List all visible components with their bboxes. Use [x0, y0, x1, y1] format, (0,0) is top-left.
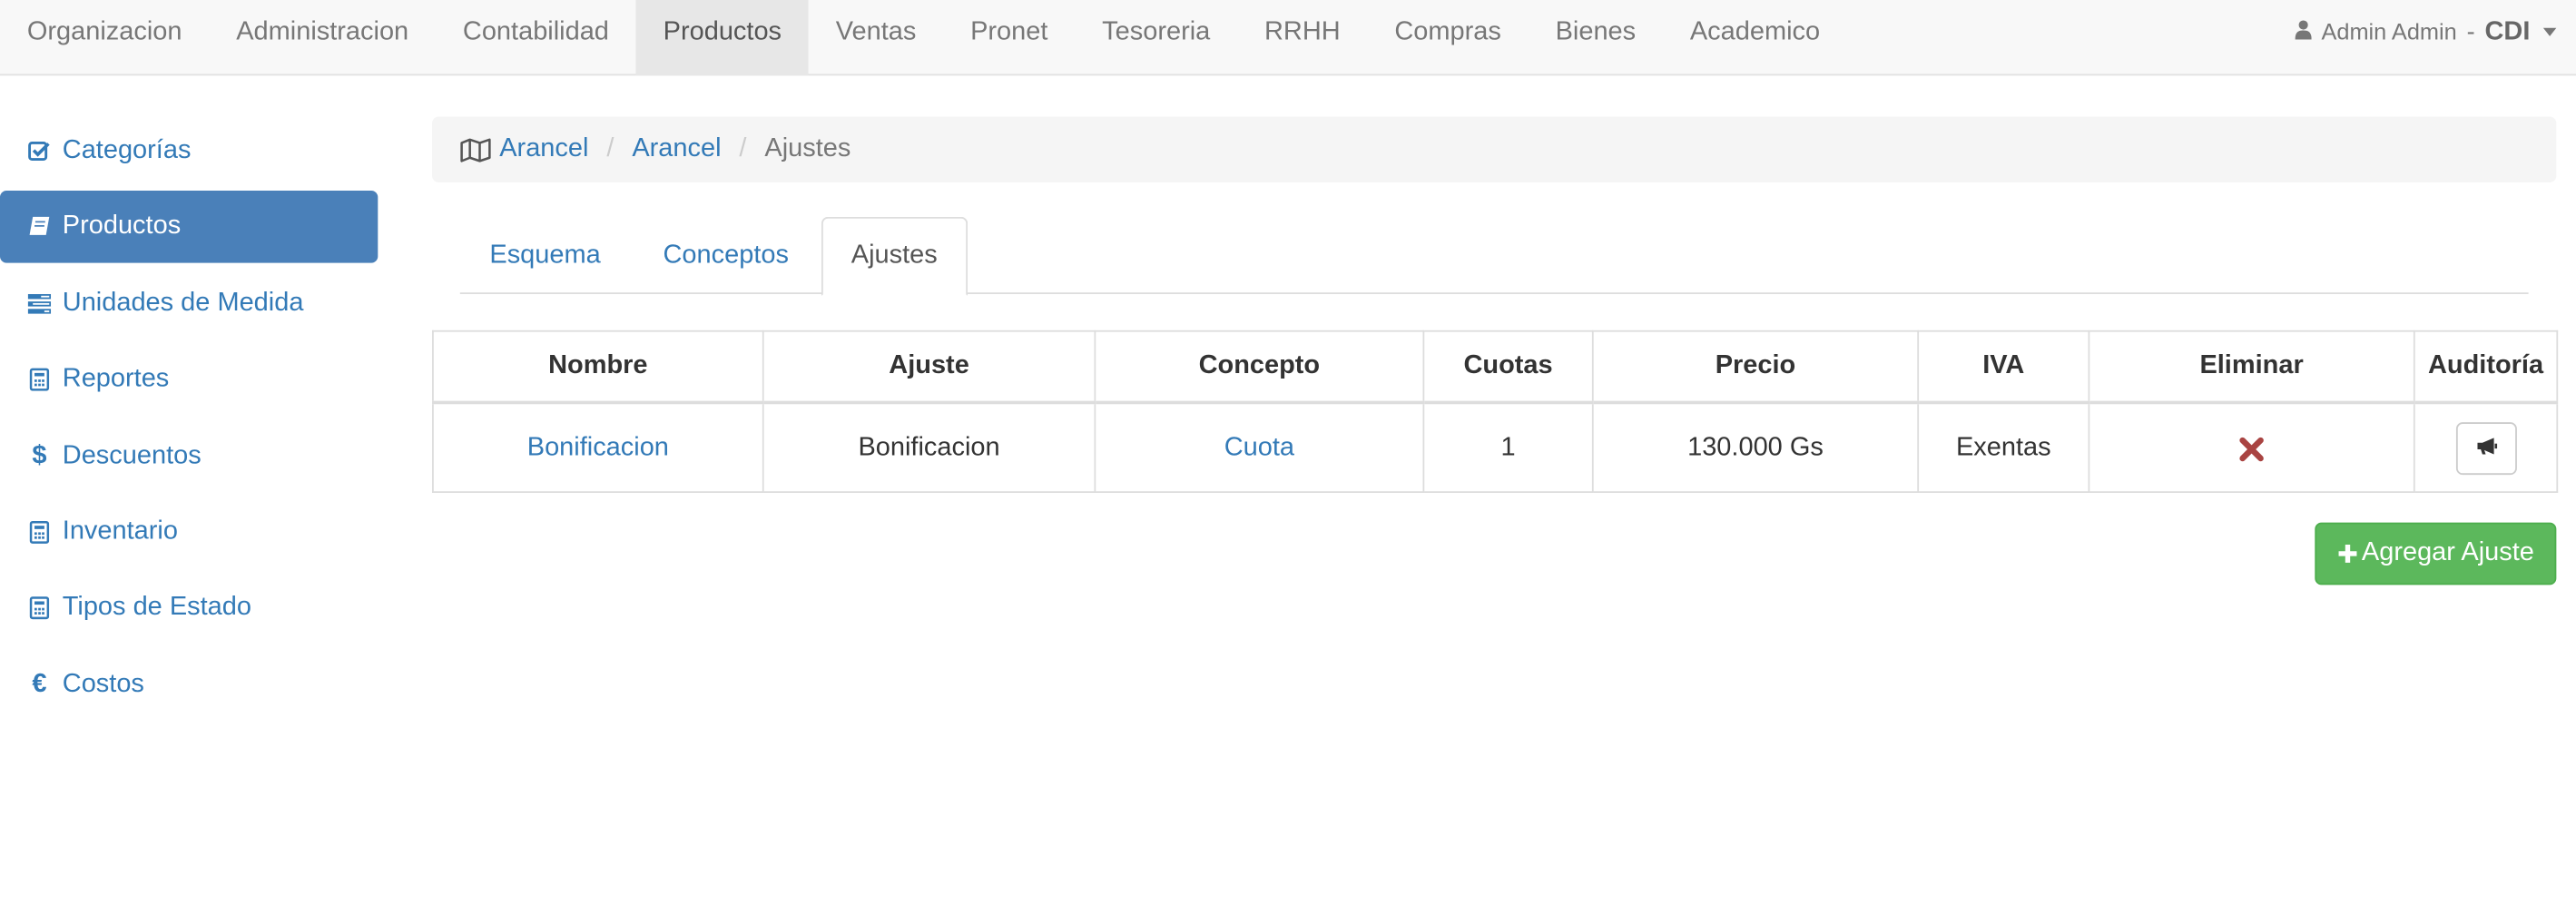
cell-precio: 130.000 Gs: [1591, 401, 1920, 493]
top-navbar: Organizacion Administracion Contabilidad…: [0, 0, 2576, 76]
check-square-icon: [26, 140, 53, 162]
sidebar: Categorías Productos Unidades de Medida …: [0, 115, 379, 725]
sidebar-item-label: Descuentos: [62, 441, 202, 469]
column-header-eliminar: Eliminar: [2088, 330, 2415, 405]
user-separator: -: [2466, 17, 2475, 46]
add-ajuste-label: Agregar Ajuste: [2361, 538, 2534, 567]
breadcrumb-separator: /: [606, 134, 615, 163]
column-header-concepto: Concepto: [1094, 330, 1425, 405]
tab-bar: Esquema Conceptos Ajustes: [459, 216, 2529, 296]
menu-item-rrhh[interactable]: RRHH: [1237, 0, 1367, 75]
sidebar-item-label: Tipos de Estado: [62, 594, 251, 622]
euro-icon: €: [32, 669, 47, 698]
sidebar-item-tipos-de-estado[interactable]: Tipos de Estado: [0, 573, 378, 645]
calculator-icon: [26, 368, 53, 391]
menu-item-ventas[interactable]: Ventas: [809, 0, 943, 75]
user-menu-toggle[interactable]: Admin Admin - CDI: [2295, 0, 2557, 64]
column-header-auditoria: Auditoría: [2413, 330, 2559, 405]
add-ajuste-button[interactable]: Agregar Ajuste: [2315, 522, 2557, 585]
menu-item-pronet[interactable]: Pronet: [943, 0, 1075, 75]
column-header-nombre: Nombre: [432, 330, 764, 405]
table-row: Bonificacion Bonificacion Cuota 1 130.00…: [432, 401, 2559, 493]
chevron-down-icon: [2542, 27, 2557, 36]
sidebar-item-categorias[interactable]: Categorías: [0, 115, 378, 188]
sidebar-item-productos[interactable]: Productos: [0, 191, 379, 264]
column-header-iva: IVA: [1917, 330, 2090, 405]
menu-item-organizacion[interactable]: Organizacion: [0, 0, 209, 75]
sidebar-item-label: Categorías: [62, 136, 192, 164]
tab-conceptos[interactable]: Conceptos: [634, 217, 819, 294]
cell-nombre: Bonificacion: [432, 401, 764, 493]
book-icon: [26, 216, 53, 239]
audit-button[interactable]: [2455, 421, 2517, 475]
remove-icon[interactable]: [2239, 426, 2264, 467]
bullhorn-icon: [2475, 433, 2497, 463]
cell-concepto: Cuota: [1094, 401, 1425, 493]
menu-item-productos[interactable]: Productos: [635, 0, 809, 76]
user-name: Admin Admin: [2321, 17, 2457, 44]
breadcrumb-link-arancel[interactable]: Arancel: [499, 134, 588, 164]
cell-cuotas: 1: [1422, 401, 1594, 493]
ajustes-table: Nombre Ajuste Concepto Cuotas Precio IVA…: [432, 330, 2559, 493]
menu-item-contabilidad[interactable]: Contabilidad: [436, 0, 636, 75]
nombre-link[interactable]: Bonificacion: [527, 433, 669, 461]
tab-ajustes[interactable]: Ajustes: [821, 216, 968, 296]
sidebar-item-unidades-de-medida[interactable]: Unidades de Medida: [0, 268, 378, 340]
map-icon: [460, 137, 491, 162]
column-header-ajuste: Ajuste: [762, 330, 1096, 405]
sidebar-item-label: Reportes: [62, 365, 170, 393]
main-menu: Organizacion Administracion Contabilidad…: [0, 0, 2576, 76]
user-icon: [2295, 0, 2312, 64]
breadcrumb-link-arancel-detail[interactable]: Arancel: [632, 134, 721, 164]
table-header-row: Nombre Ajuste Concepto Cuotas Precio IVA…: [432, 330, 2559, 405]
sidebar-item-label: Inventario: [62, 517, 178, 546]
cell-iva: Exentas: [1917, 401, 2090, 493]
menu-item-bienes[interactable]: Bienes: [1529, 0, 1663, 75]
column-header-precio: Precio: [1591, 330, 1920, 405]
calculator-icon: [26, 520, 53, 544]
dollar-icon: $: [32, 441, 47, 469]
cell-ajuste: Bonificacion: [762, 401, 1096, 493]
sidebar-item-reportes[interactable]: Reportes: [0, 344, 378, 417]
menu-item-administracion[interactable]: Administracion: [209, 0, 436, 75]
plus-icon: [2337, 539, 2357, 569]
menu-item-academico[interactable]: Academico: [1663, 0, 1847, 75]
sidebar-item-label: Productos: [62, 212, 182, 241]
breadcrumb: Arancel / Arancel / Ajustes: [432, 116, 2557, 182]
menu-item-tesoreria[interactable]: Tesoreria: [1075, 0, 1237, 75]
sidebar-item-label: Unidades de Medida: [62, 289, 304, 317]
concepto-link[interactable]: Cuota: [1224, 433, 1294, 461]
breadcrumb-current: Ajustes: [764, 134, 851, 163]
sidebar-item-inventario[interactable]: Inventario: [0, 497, 378, 569]
calculator-icon: [26, 596, 53, 620]
menu-item-compras[interactable]: Compras: [1368, 0, 1529, 75]
tasks-icon: [26, 293, 53, 314]
sidebar-item-costos[interactable]: € Costos: [0, 648, 378, 721]
sidebar-item-descuentos[interactable]: $ Descuentos: [0, 420, 378, 493]
cell-eliminar: [2088, 401, 2415, 493]
column-header-cuotas: Cuotas: [1422, 330, 1594, 405]
breadcrumb-separator: /: [739, 134, 747, 163]
sidebar-item-label: Costos: [62, 669, 144, 698]
cell-auditoria: [2413, 401, 2559, 493]
tab-esquema[interactable]: Esquema: [460, 217, 631, 294]
organization-name: CDI: [2484, 17, 2531, 46]
